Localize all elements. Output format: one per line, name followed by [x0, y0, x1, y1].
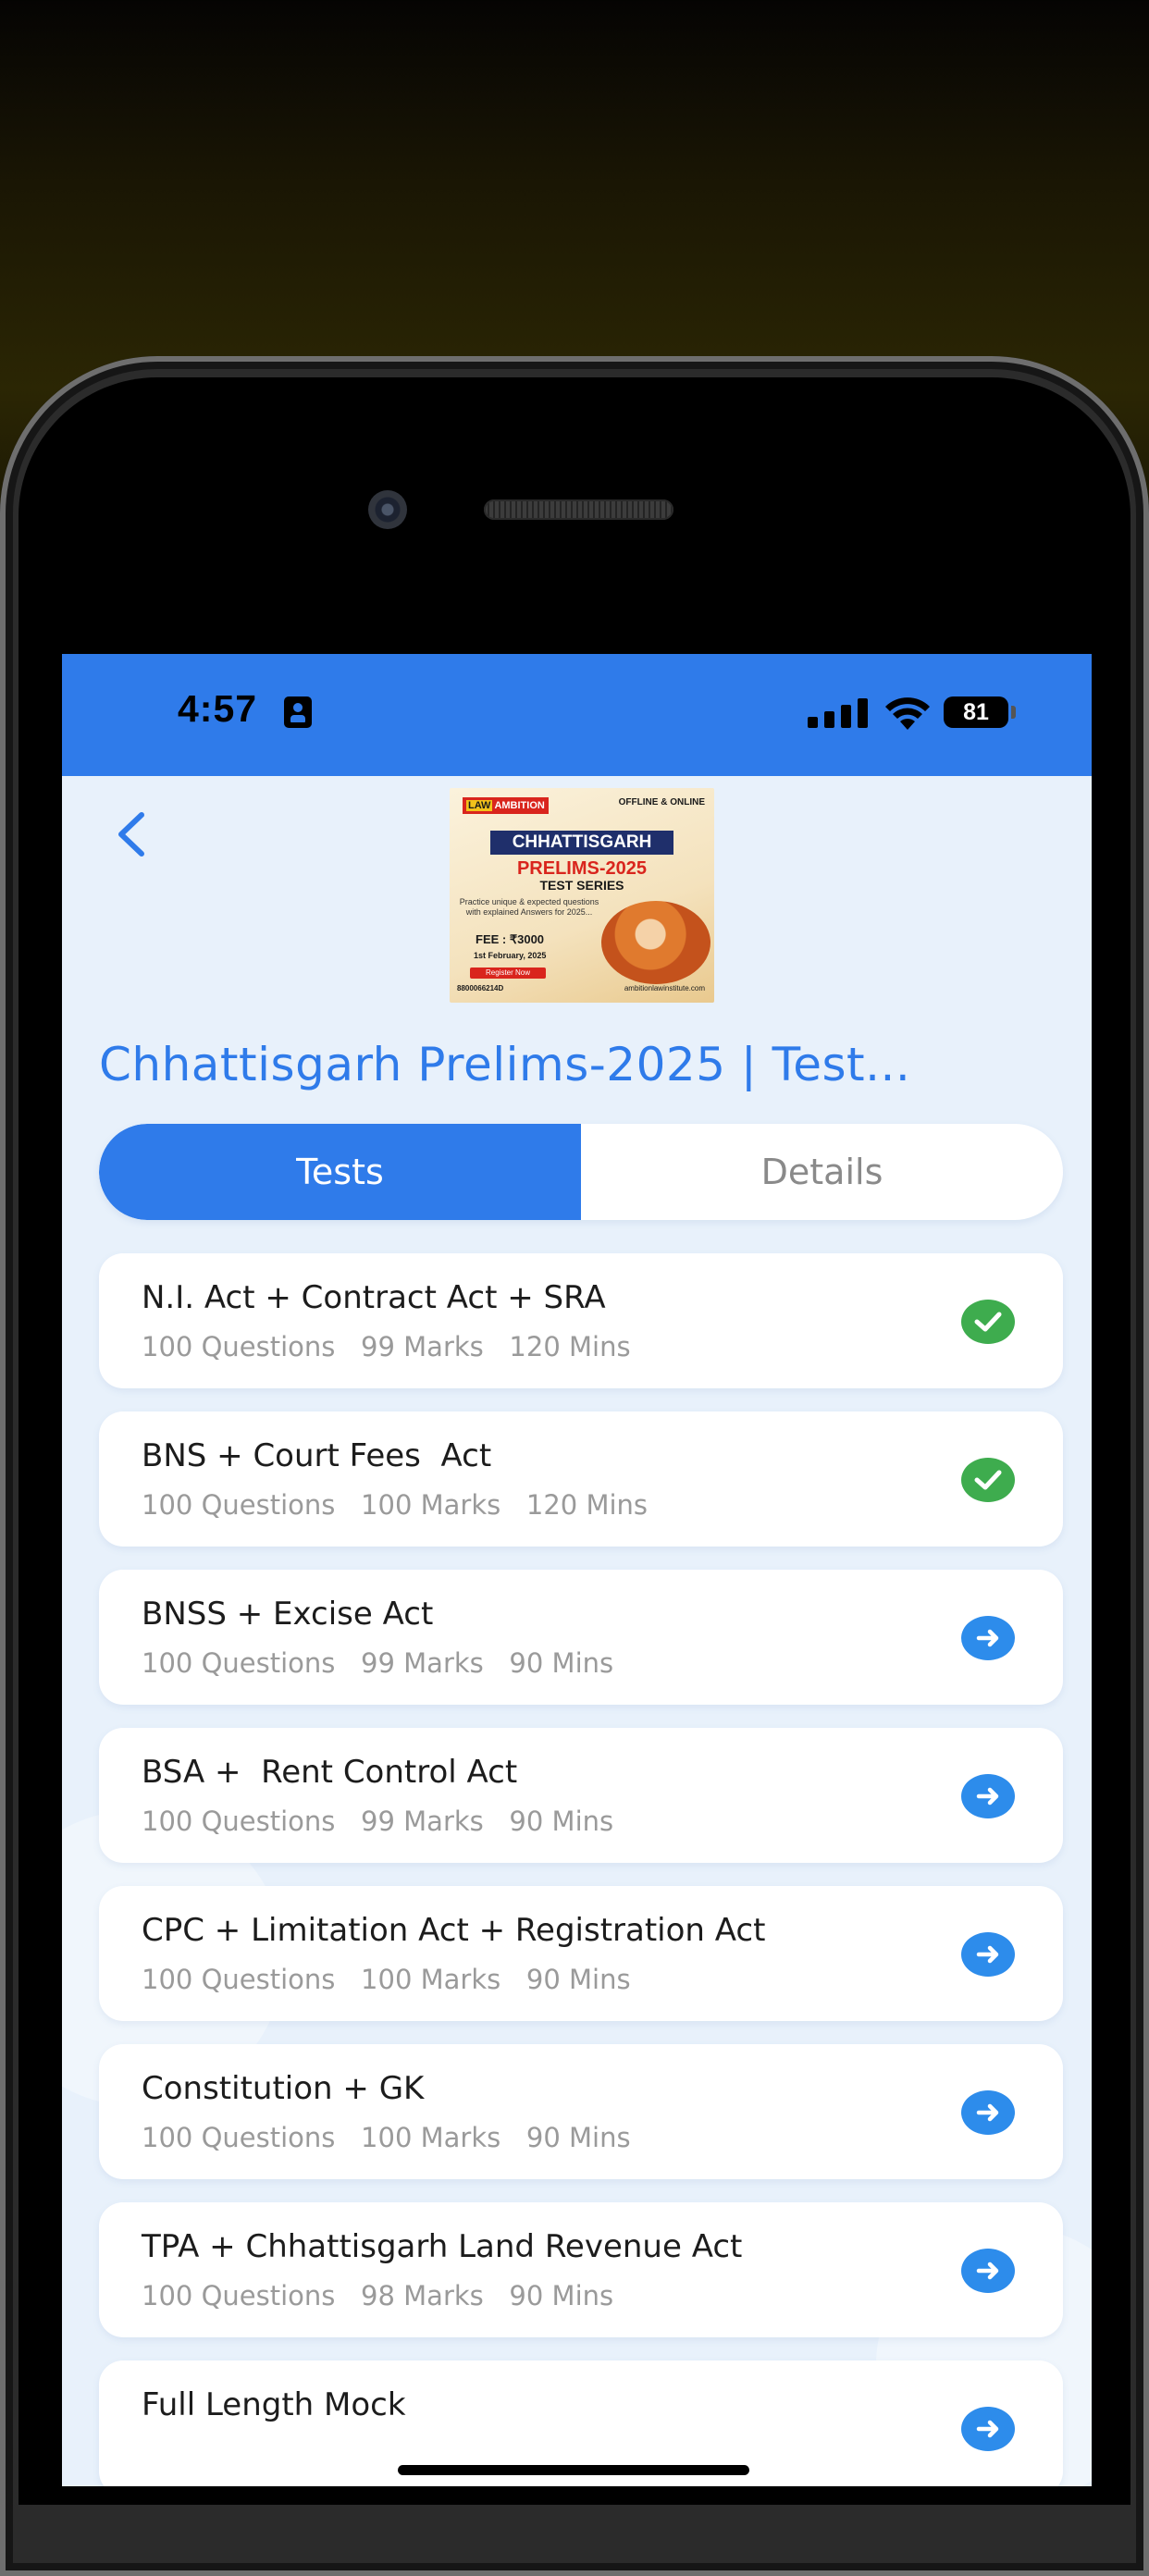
test-title: BNS + Court Fees Act	[142, 1437, 492, 1474]
banner-website: ambitionlawinstitute.com	[624, 984, 705, 992]
test-card[interactable]: BNS + Court Fees Act 100 Questions 100 Ma…	[99, 1411, 1063, 1547]
test-meta: 100 Questions 100 Marks 120 Mins	[142, 1489, 649, 1521]
check-circle-icon[interactable]	[961, 1300, 1015, 1344]
banner-fee: FEE : ₹3000	[476, 932, 545, 946]
test-card[interactable]: N.I. Act + Contract Act + SRA 100 Questio…	[99, 1253, 1063, 1388]
course-banner-image: LAW AMBITION OFFLINE & ONLINE CHHATTISGAR…	[450, 788, 714, 1003]
arrow-right-circle-icon[interactable]	[961, 2090, 1015, 2135]
battery-tip	[1011, 706, 1016, 719]
test-card[interactable]: BSA + Rent Control Act 100 Questions 99 M…	[99, 1728, 1063, 1863]
cellular-signal-icon	[808, 698, 869, 728]
arrow-right-circle-icon[interactable]	[961, 1616, 1015, 1660]
test-title: Full Length Mock	[142, 2386, 406, 2423]
test-title: TPA + Chhattisgarh Land Revenue Act	[142, 2228, 743, 2265]
home-indicator[interactable]	[398, 2465, 749, 2475]
front-camera	[368, 490, 407, 529]
banner-date: 1st February, 2025	[474, 951, 547, 960]
banner-mode: OFFLINE & ONLINE	[618, 797, 705, 807]
earpiece-speaker	[484, 499, 673, 520]
test-title: BSA + Rent Control Act	[142, 1754, 518, 1791]
banner-register: Register Now	[470, 968, 546, 979]
wifi-icon	[885, 697, 930, 730]
test-card[interactable]: TPA + Chhattisgarh Land Revenue Act 100 Q…	[99, 2202, 1063, 2337]
tab-tests[interactable]: Tests	[99, 1124, 581, 1220]
arrow-right-circle-icon[interactable]	[961, 1774, 1015, 1818]
test-meta: 100 Questions 98 Marks 90 Mins	[142, 2280, 614, 2311]
test-title: N.I. Act + Contract Act + SRA	[142, 1279, 606, 1316]
test-title: Constitution + GK	[142, 2070, 425, 2107]
test-meta: 100 Questions 100 Marks 90 Mins	[142, 2122, 631, 2153]
test-card[interactable]: CPC + Limitation Act + Registration Act 1…	[99, 1886, 1063, 2021]
banner-tagline: Practice unique & expected questions wit…	[459, 897, 599, 917]
banner-phone: 8800066214D	[457, 984, 504, 992]
tab-bar: Tests Details	[99, 1124, 1063, 1220]
test-meta: 100 Questions 99 Marks 120 Mins	[142, 1331, 631, 1362]
test-card[interactable]: BNSS + Excise Act 100 Questions 99 Marks …	[99, 1570, 1063, 1705]
test-title: CPC + Limitation Act + Registration Act	[142, 1912, 766, 1949]
page-title: Chhattisgarh Prelims-2025 | Test...	[99, 1038, 911, 1091]
arrow-right-circle-icon[interactable]	[961, 2249, 1015, 2293]
arrow-right-circle-icon[interactable]	[961, 1932, 1015, 1977]
tab-details[interactable]: Details	[581, 1124, 1063, 1220]
contact-card-icon	[284, 696, 312, 728]
banner-subtitle: PRELIMS-2025	[516, 858, 648, 879]
test-meta: 100 Questions 99 Marks 90 Mins	[142, 1647, 614, 1679]
banner-series: TEST SERIES	[539, 878, 624, 893]
back-button[interactable]	[99, 802, 164, 867]
test-meta: 100 Questions 99 Marks 90 Mins	[142, 1806, 614, 1837]
test-meta: 100 Questions 100 Marks 90 Mins	[142, 1964, 631, 1995]
test-card[interactable]: Constitution + GK 100 Questions 100 Marks…	[99, 2044, 1063, 2179]
battery-icon: 81	[944, 696, 1008, 728]
app-screen: 4:57 81 LAW AMBITION OFFLINE & ONLINE CHH…	[62, 654, 1092, 2486]
test-title: BNSS + Excise Act	[142, 1596, 434, 1633]
banner-title: CHHATTISGARH	[490, 831, 673, 855]
banner-illustration	[601, 901, 710, 984]
status-time: 4:57	[178, 687, 258, 730]
status-bar: 4:57 81	[62, 654, 1092, 776]
brand-logo: LAW AMBITION	[463, 797, 549, 814]
arrow-right-circle-icon[interactable]	[961, 2407, 1015, 2451]
check-circle-icon[interactable]	[961, 1458, 1015, 1502]
